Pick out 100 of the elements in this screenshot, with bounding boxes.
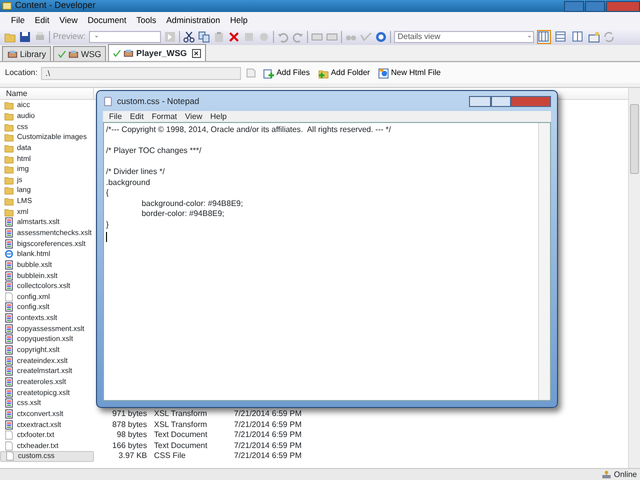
folder-icon xyxy=(4,164,14,174)
maximize-button[interactable] xyxy=(491,96,511,106)
folder-icon xyxy=(4,122,14,132)
menu-item[interactable]: View xyxy=(54,14,83,26)
location-field[interactable]: .\ xyxy=(41,66,242,80)
folder-icon xyxy=(4,206,14,217)
location-label: Location: xyxy=(5,67,38,79)
type-cell-text: XSL Transform xyxy=(154,420,208,430)
menu-item[interactable]: Edit xyxy=(126,110,148,122)
refresh-icon[interactable] xyxy=(602,30,615,42)
view-button[interactable] xyxy=(536,30,551,44)
xslt-file-icon xyxy=(4,345,14,356)
delete-icon[interactable] xyxy=(228,30,240,42)
folder-icon xyxy=(4,100,14,110)
column-header[interactable]: Name xyxy=(0,88,94,99)
menu-item[interactable]: View xyxy=(181,110,206,122)
size-cell-text: 166 bytes xyxy=(111,440,147,451)
menu-item[interactable]: Tools xyxy=(131,14,162,26)
size-cell-text: 971 bytes xyxy=(111,408,147,419)
date-cell-text: 7/21/2014 6:59 PM xyxy=(234,420,303,430)
xslt-file-icon xyxy=(4,408,14,419)
xslt-file-icon xyxy=(4,398,14,408)
toolbar-link[interactable]: Add Folder xyxy=(316,67,372,79)
copy-icon[interactable] xyxy=(198,30,210,42)
view-select[interactable]: Details view xyxy=(394,30,534,42)
date-cell-text: 7/21/2014 6:59 PM xyxy=(234,408,303,419)
menu-item[interactable]: Format xyxy=(148,110,182,122)
add-folder-icon xyxy=(318,68,329,78)
scrollbar[interactable] xyxy=(538,123,550,400)
preview-label: Preview: xyxy=(53,30,86,43)
check-icon xyxy=(113,48,122,58)
package-icon xyxy=(123,48,134,58)
folder-icon xyxy=(4,196,14,206)
tab[interactable]: Library xyxy=(2,46,51,61)
go-icon[interactable] xyxy=(164,30,176,42)
html-file-icon xyxy=(4,249,14,260)
scrollbar[interactable] xyxy=(628,88,640,468)
undo-icon[interactable] xyxy=(276,30,289,42)
scissors-icon[interactable] xyxy=(182,30,195,42)
paste-icon[interactable] xyxy=(212,30,225,42)
folder-options-icon[interactable] xyxy=(588,30,600,42)
xslt-file-icon xyxy=(4,420,14,430)
xslt-file-icon xyxy=(4,356,14,366)
close-button[interactable] xyxy=(511,96,551,106)
maximize-button[interactable] xyxy=(585,0,605,12)
date-cell-text: 7/21/2014 6:59 PM xyxy=(234,451,303,462)
window-title: custom.css - Notepad xyxy=(117,94,200,108)
close-button[interactable]: × xyxy=(192,48,201,58)
save-icon[interactable] xyxy=(19,30,31,42)
notepad-icon xyxy=(103,96,113,106)
folder-icon xyxy=(4,154,14,164)
menu-item[interactable]: File xyxy=(105,110,126,122)
menu-item[interactable]: Help xyxy=(206,110,231,122)
xslt-file-icon xyxy=(4,366,14,376)
close-button[interactable] xyxy=(606,0,640,12)
xslt-file-icon xyxy=(4,324,14,334)
layout-icon xyxy=(572,31,584,42)
window-title: Content - Developer xyxy=(15,0,96,12)
view-button[interactable] xyxy=(554,30,568,44)
type-cell-text: Text Document xyxy=(154,440,208,451)
minimize-button[interactable] xyxy=(469,96,491,106)
layout-icon xyxy=(538,31,550,42)
folder-icon xyxy=(4,185,14,196)
redo-icon[interactable] xyxy=(292,30,304,42)
tab[interactable]: WSG xyxy=(52,46,106,61)
folder-icon xyxy=(4,110,14,121)
date-cell-text: 7/21/2014 6:59 PM xyxy=(234,440,303,451)
document-icon xyxy=(4,430,14,440)
xslt-file-icon xyxy=(4,388,14,398)
preview-select[interactable] xyxy=(88,30,161,42)
tab[interactable]: Player_WSG × xyxy=(108,44,206,61)
menu-item[interactable]: Edit xyxy=(30,14,54,26)
toolbar-link[interactable]: New Html File xyxy=(376,67,443,79)
caret-icon xyxy=(526,33,533,40)
xslt-file-icon xyxy=(4,238,14,249)
help-icon[interactable] xyxy=(374,30,387,42)
package-icon xyxy=(68,49,79,59)
html-file-icon xyxy=(378,68,389,78)
view-button[interactable] xyxy=(570,30,585,44)
layout-icon xyxy=(555,31,566,42)
spellcheck-icon[interactable] xyxy=(360,30,372,42)
menu-item[interactable]: File xyxy=(6,14,30,26)
document-icon xyxy=(4,292,14,302)
xslt-file-icon xyxy=(4,334,14,344)
xslt-file-icon xyxy=(4,270,14,281)
package-icon xyxy=(7,49,18,59)
document-icon xyxy=(5,451,15,462)
menu-item[interactable]: Administration xyxy=(161,14,226,26)
caret-icon xyxy=(92,33,100,40)
toolbar-link[interactable]: Add Files xyxy=(261,67,312,79)
add-file-icon xyxy=(263,68,274,78)
xslt-file-icon xyxy=(4,376,14,387)
size-cell-text: 878 bytes xyxy=(111,420,147,430)
minimize-button[interactable] xyxy=(564,0,584,12)
folder-icon xyxy=(4,174,14,185)
xslt-file-icon xyxy=(4,313,14,324)
type-cell-text: XSL Transform xyxy=(154,408,208,419)
menu-item[interactable]: Document xyxy=(82,14,132,26)
folder-icon xyxy=(4,132,14,142)
menu-item[interactable]: Help xyxy=(225,14,253,26)
